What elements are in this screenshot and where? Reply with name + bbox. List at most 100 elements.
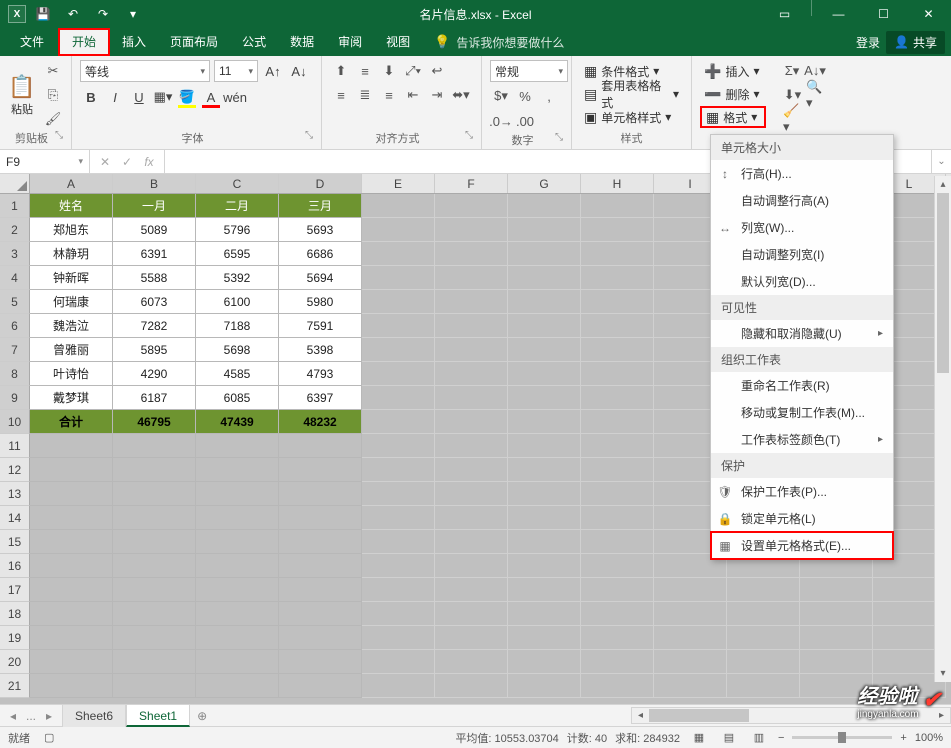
col-header[interactable]: H: [581, 174, 654, 193]
cell[interactable]: [508, 266, 581, 290]
cell[interactable]: [196, 554, 279, 578]
cell[interactable]: [113, 506, 196, 530]
cell[interactable]: [508, 386, 581, 410]
cell[interactable]: [581, 266, 654, 290]
zoom-out-icon[interactable]: −: [778, 732, 784, 744]
cell[interactable]: [727, 578, 800, 602]
cell[interactable]: [196, 626, 279, 650]
row-header[interactable]: 19: [0, 626, 30, 650]
cell[interactable]: [581, 482, 654, 506]
decrease-decimal-icon[interactable]: .00: [514, 110, 536, 132]
cell[interactable]: [581, 626, 654, 650]
tab-review[interactable]: 审阅: [326, 28, 374, 56]
sheet-tab-active[interactable]: Sheet1: [126, 705, 190, 727]
cell[interactable]: [581, 458, 654, 482]
row-header[interactable]: 16: [0, 554, 30, 578]
wrap-text-icon[interactable]: ↩: [426, 60, 448, 82]
tab-home[interactable]: 开始: [58, 28, 110, 56]
cell[interactable]: [113, 530, 196, 554]
row-header[interactable]: 11: [0, 434, 30, 458]
align-right-icon[interactable]: ≡: [378, 84, 400, 106]
cell[interactable]: [30, 578, 113, 602]
cell[interactable]: [196, 530, 279, 554]
cell[interactable]: 钟新晖: [30, 266, 113, 290]
cell[interactable]: [113, 434, 196, 458]
row-header[interactable]: 12: [0, 458, 30, 482]
row-header[interactable]: 4: [0, 266, 30, 290]
close-button[interactable]: ✕: [906, 0, 951, 28]
cell[interactable]: [508, 434, 581, 458]
vertical-scrollbar[interactable]: ▴ ▾: [934, 176, 951, 682]
cell[interactable]: [654, 578, 727, 602]
cell[interactable]: [30, 626, 113, 650]
cell[interactable]: [362, 290, 435, 314]
cell[interactable]: [581, 578, 654, 602]
cell[interactable]: [581, 290, 654, 314]
hscroll-left-icon[interactable]: ◂: [632, 708, 649, 723]
alignment-launcher-icon[interactable]: ⤡: [465, 130, 473, 141]
cell[interactable]: [435, 194, 508, 218]
cell[interactable]: [435, 314, 508, 338]
fill-color-button[interactable]: 🪣: [176, 86, 198, 108]
row-header[interactable]: 2: [0, 218, 30, 242]
cell[interactable]: [581, 386, 654, 410]
cell[interactable]: [435, 410, 508, 434]
cell[interactable]: 5895: [113, 338, 196, 362]
menu-auto-row-height[interactable]: 自动调整行高(A): [711, 187, 893, 214]
align-bottom-icon[interactable]: ⬇: [378, 60, 400, 82]
cell[interactable]: [435, 362, 508, 386]
cell[interactable]: [279, 578, 362, 602]
cell[interactable]: [508, 674, 581, 698]
cell[interactable]: [362, 338, 435, 362]
redo-icon[interactable]: ↷: [90, 1, 116, 27]
undo-icon[interactable]: ↶: [60, 1, 86, 27]
cell[interactable]: [581, 506, 654, 530]
cell[interactable]: 6391: [113, 242, 196, 266]
cell[interactable]: [435, 602, 508, 626]
cell[interactable]: 叶诗怡: [30, 362, 113, 386]
cell[interactable]: [113, 578, 196, 602]
cell[interactable]: [435, 434, 508, 458]
insert-cells-button[interactable]: ➕插入 ▾: [700, 60, 766, 82]
align-middle-icon[interactable]: ≡: [354, 60, 376, 82]
cell[interactable]: [435, 386, 508, 410]
cell[interactable]: [581, 338, 654, 362]
cell[interactable]: [508, 194, 581, 218]
cell[interactable]: [30, 530, 113, 554]
cell[interactable]: [727, 650, 800, 674]
paste-button[interactable]: 📋 粘贴: [8, 60, 36, 130]
font-launcher-icon[interactable]: ⤡: [305, 130, 313, 141]
cell[interactable]: [30, 554, 113, 578]
font-name-combo[interactable]: 等线▾: [80, 60, 210, 82]
menu-row-height[interactable]: ↕行高(H)...: [711, 160, 893, 187]
zoom-level[interactable]: 100%: [915, 732, 943, 744]
cell[interactable]: 二月: [196, 194, 279, 218]
cell[interactable]: [279, 650, 362, 674]
hscroll-thumb[interactable]: [649, 709, 749, 722]
cell[interactable]: [113, 554, 196, 578]
cell[interactable]: 三月: [279, 194, 362, 218]
row-header[interactable]: 1: [0, 194, 30, 218]
cell[interactable]: [279, 506, 362, 530]
cell[interactable]: [196, 506, 279, 530]
cell[interactable]: [581, 650, 654, 674]
cell[interactable]: [30, 674, 113, 698]
row-header[interactable]: 15: [0, 530, 30, 554]
cell[interactable]: 4290: [113, 362, 196, 386]
format-cells-button[interactable]: ▦格式 ▾: [700, 106, 766, 128]
cancel-icon[interactable]: ✕: [96, 155, 114, 169]
macro-record-icon[interactable]: ▢: [44, 731, 54, 744]
format-table-button[interactable]: ▤套用表格格式 ▾: [580, 83, 683, 105]
cell[interactable]: [362, 578, 435, 602]
cell[interactable]: [508, 290, 581, 314]
cell[interactable]: [362, 314, 435, 338]
cell[interactable]: [508, 410, 581, 434]
cell[interactable]: 合计: [30, 410, 113, 434]
cell[interactable]: [279, 434, 362, 458]
increase-font-icon[interactable]: A↑: [262, 60, 284, 82]
row-header[interactable]: 17: [0, 578, 30, 602]
cell[interactable]: 5398: [279, 338, 362, 362]
decrease-indent-icon[interactable]: ⇤: [402, 84, 424, 106]
cell[interactable]: [435, 578, 508, 602]
row-header[interactable]: 3: [0, 242, 30, 266]
